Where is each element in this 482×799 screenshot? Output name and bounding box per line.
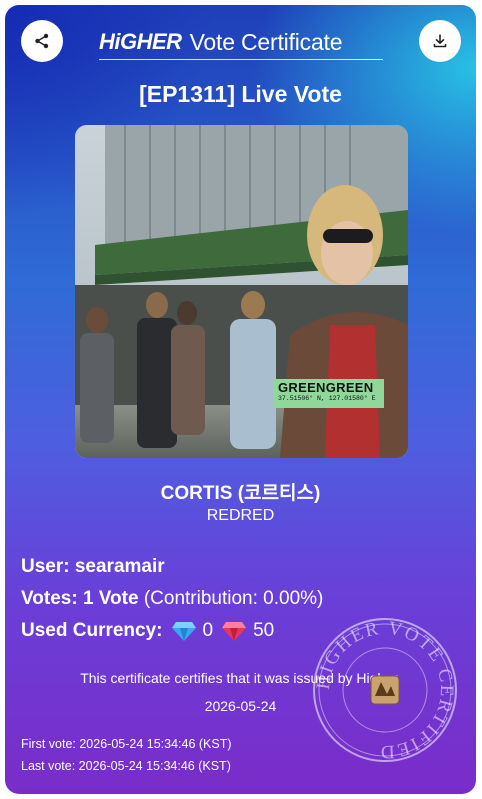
brand-header: HiGHER Vote Certificate bbox=[99, 27, 383, 60]
share-button[interactable] bbox=[21, 20, 63, 62]
song-title: REDRED bbox=[206, 507, 275, 524]
download-button[interactable] bbox=[419, 20, 461, 62]
artist-photo: GREENGREEN 37.51506° N, 127.01580° E bbox=[75, 125, 408, 458]
contribution-text: (Contribution: 0.00%) bbox=[143, 588, 324, 609]
certified-seal-icon: HIGHER VOTE CERTIFIED bbox=[313, 618, 457, 762]
blue-diamond-icon bbox=[171, 622, 196, 641]
location-tag-title: GREENGREEN bbox=[278, 380, 374, 395]
blue-amount: 0 bbox=[202, 620, 214, 641]
higher-logo: HiGHER bbox=[99, 29, 182, 54]
artist-name: CORTIS (코르티스) bbox=[160, 483, 321, 504]
votes-line: Votes: 1 Vote (Contribution: 0.00%) bbox=[21, 588, 323, 610]
red-diamond-icon bbox=[222, 622, 247, 641]
photo-illustration bbox=[75, 125, 408, 458]
location-tag-coords: 37.51506° N, 127.01580° E bbox=[278, 395, 376, 402]
currency-line: Used Currency: 0 50 bbox=[21, 620, 274, 642]
download-icon bbox=[433, 34, 447, 48]
certificate-title: Vote Certificate bbox=[189, 28, 343, 55]
votes-label: Votes: bbox=[21, 588, 78, 609]
last-vote-time: Last vote: 2026-05-24 15:34:46 (KST) bbox=[21, 759, 231, 773]
first-vote-time: First vote: 2026-05-24 15:34:46 (KST) bbox=[21, 737, 232, 751]
user-line: User: searamair bbox=[21, 556, 165, 578]
red-amount: 50 bbox=[253, 620, 275, 641]
episode-title: [EP1311] Live Vote bbox=[139, 81, 342, 107]
currency-label: Used Currency: bbox=[21, 620, 163, 641]
user-label: User: bbox=[21, 556, 70, 577]
votes-value: 1 Vote bbox=[82, 588, 139, 609]
location-tag: GREENGREEN 37.51506° N, 127.01580° E bbox=[274, 379, 384, 408]
share-icon bbox=[35, 33, 49, 49]
vote-certificate-card: HiGHER Vote Certificate [EP1311] Live Vo… bbox=[5, 5, 476, 794]
user-value: searamair bbox=[74, 556, 165, 577]
